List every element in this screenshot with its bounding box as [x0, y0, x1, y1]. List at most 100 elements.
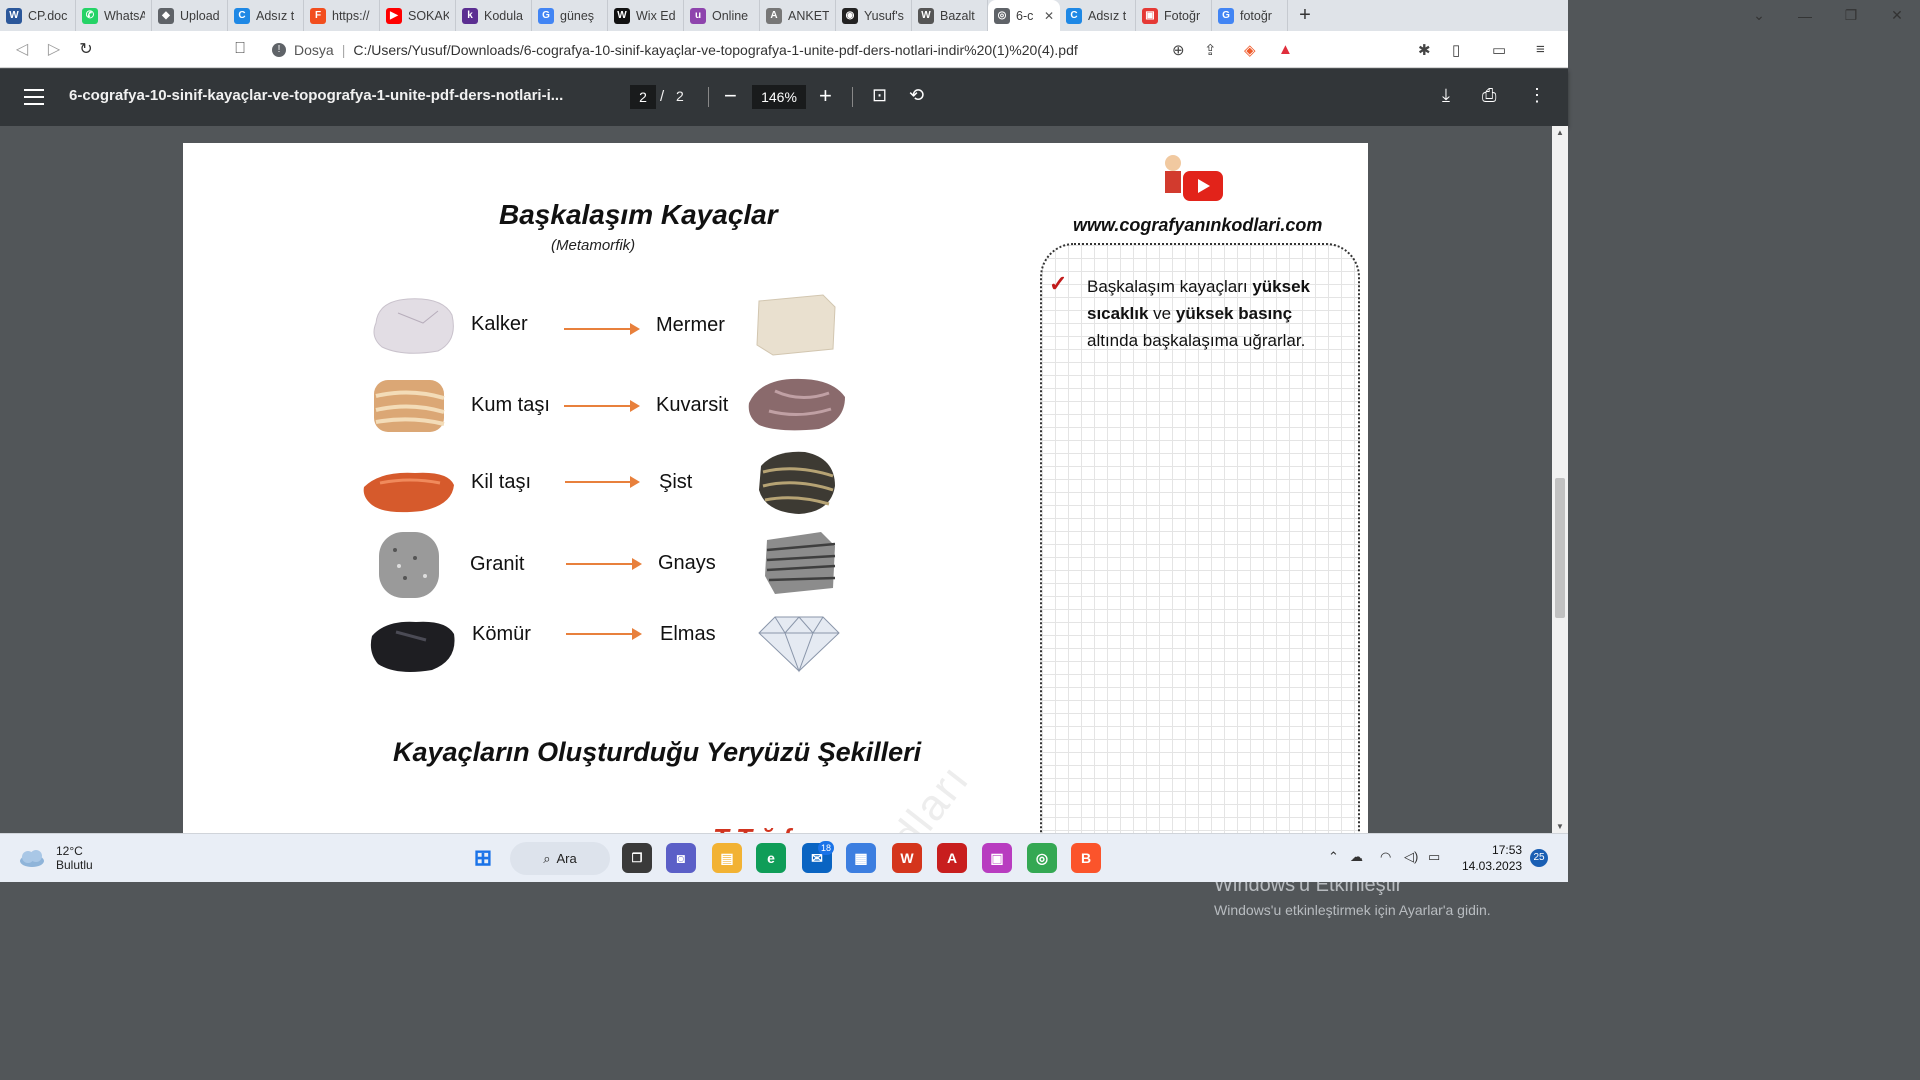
tab-search-icon[interactable]: ⌄ — [1736, 7, 1782, 24]
tab-title: 6-c — [1016, 8, 1034, 23]
browser-tab[interactable]: W Bazalt — [912, 0, 988, 31]
tab-favicon-icon: k — [462, 7, 478, 24]
browser-tab[interactable]: ▶ SOKAK — [380, 0, 456, 31]
rotate-icon[interactable]: ⟲ — [909, 85, 924, 106]
edge-icon[interactable]: e — [756, 843, 786, 873]
tab-favicon-icon: u — [690, 7, 706, 24]
tab-favicon-icon: F — [310, 7, 326, 24]
brave-icon[interactable]: B — [1071, 843, 1101, 873]
tab-favicon-icon: ◆ — [158, 7, 174, 24]
vertical-scrollbar[interactable]: ▲ ▼ — [1552, 126, 1568, 833]
tab-title: Yusuf's — [864, 8, 904, 23]
tab-title: https:// — [332, 8, 370, 23]
browser-tab[interactable]: C Adsız t — [228, 0, 304, 31]
rock-result-label: Mermer — [656, 314, 725, 336]
more-options-icon[interactable]: ⋮ — [1528, 85, 1546, 106]
rock-source-label: Kalker — [471, 313, 528, 335]
granite-image — [379, 532, 439, 598]
info-icon[interactable]: ! — [272, 42, 286, 57]
checkmark-icon: ✓ — [1049, 271, 1068, 296]
wallet-icon[interactable]: ▭ — [1492, 31, 1506, 68]
system-clock[interactable]: 17:53 14.03.2023 — [1462, 842, 1522, 874]
back-button[interactable]: ◁ — [6, 39, 38, 59]
taskbar-search[interactable]: ⌕ Ara — [510, 842, 610, 875]
rock-source-label: Kil taşı — [471, 471, 532, 493]
url-text[interactable]: C:/Users/Yusuf/Downloads/6-cografya-10-s… — [353, 42, 1077, 58]
close-window-button[interactable]: ✕ — [1874, 7, 1920, 24]
minimize-button[interactable]: — — [1782, 8, 1828, 24]
weather-widget[interactable]: 12°C Bulutlu — [18, 844, 93, 872]
photos-icon[interactable]: ▣ — [982, 843, 1012, 873]
tab-title: Adsız t — [256, 8, 295, 23]
browser-tab-strip: W CP.doc ✆ WhatsA ◆ Upload C Adsız t Fhttps:// ▶ S… — [0, 0, 1568, 31]
page-number-input[interactable]: 2 — [630, 85, 656, 109]
file-explorer-icon[interactable]: ▤ — [712, 843, 742, 873]
zoom-out-button[interactable]: − — [724, 83, 737, 109]
windows-taskbar: 12°C Bulutlu ⊞ ⌕ Ara ❐ ◙ ▤ e ✉ 18 ▦ W A ▣… — [0, 833, 1568, 882]
restore-button[interactable]: ❐ — [1828, 7, 1874, 24]
browser-tab[interactable]: ▣ Fotoğr — [1136, 0, 1212, 31]
zoom-level-input[interactable]: 146% — [752, 85, 806, 109]
temperature: 12°C — [56, 844, 83, 858]
tab-favicon-icon: W — [6, 7, 22, 24]
onedrive-icon[interactable]: ☁ — [1350, 849, 1363, 865]
page-heading: Başkalaşım Kayaçlar — [499, 199, 778, 230]
chrome-icon[interactable]: ◎ — [1027, 843, 1057, 873]
note-text: Başkalaşım kayaçları yüksek sıcaklık ve … — [1087, 277, 1311, 350]
diamond-image — [758, 616, 840, 673]
wps-office-icon[interactable]: W — [892, 843, 922, 873]
volume-icon[interactable]: ◁) — [1404, 849, 1418, 865]
scroll-down-icon[interactable]: ▼ — [1556, 822, 1564, 831]
hamburger-menu-icon[interactable] — [24, 89, 44, 105]
tab-favicon-icon: ◉ — [842, 7, 858, 24]
browser-tab[interactable]: C Adsız t — [1060, 0, 1136, 31]
download-icon[interactable]: ⤓ — [1442, 85, 1450, 106]
browser-tab[interactable]: Ggüneş — [532, 0, 608, 31]
browser-tab[interactable]: W Wix Ed — [608, 0, 684, 31]
browser-tab[interactable]: Gfotoğr — [1212, 0, 1288, 31]
extensions-icon[interactable]: ✱ — [1418, 31, 1431, 68]
zoom-icon[interactable]: ⊕ — [1172, 31, 1185, 68]
acrobat-icon[interactable]: A — [937, 843, 967, 873]
tray-chevron-icon[interactable]: ⌃ — [1328, 849, 1339, 865]
tab-title: CP.doc — [28, 8, 68, 23]
scrollbar-thumb[interactable] — [1555, 478, 1565, 618]
brave-rewards-icon[interactable]: ▲ — [1278, 31, 1293, 68]
share-icon[interactable]: ⇪ — [1204, 31, 1217, 68]
scroll-up-icon[interactable]: ▲ — [1556, 128, 1564, 137]
tab-close-icon[interactable]: ✕ — [1044, 9, 1054, 23]
scheme-label: Dosya — [294, 41, 334, 58]
mail-badge: 18 — [818, 841, 834, 855]
browser-tab[interactable]: Fhttps:// — [304, 0, 380, 31]
url-separator: | — [341, 41, 346, 58]
menu-icon[interactable]: ≡ — [1536, 31, 1545, 68]
fit-page-icon[interactable]: ⊡ — [872, 85, 887, 106]
store-icon[interactable]: ▦ — [846, 843, 876, 873]
notification-badge[interactable]: 25 — [1530, 849, 1548, 867]
zoom-in-button[interactable]: + — [819, 83, 832, 109]
tab-title: güneş — [560, 8, 595, 23]
browser-tab[interactable]: ◎ 6-c ✕ — [988, 0, 1060, 31]
browser-tab[interactable]: ◆ Upload — [152, 0, 228, 31]
wifi-icon[interactable]: ◠ — [1380, 849, 1391, 865]
browser-tab[interactable]: W CP.doc — [0, 0, 76, 31]
omnibox[interactable]: ! Dosya | C:/Users/Yusuf/Downloads/6-cog… — [264, 35, 1312, 64]
reload-button[interactable]: ↻ — [70, 39, 102, 59]
browser-tab[interactable]: k Kodula — [456, 0, 532, 31]
browser-tab[interactable]: u Online — [684, 0, 760, 31]
sidebar-icon[interactable]: ▯ — [1452, 31, 1460, 68]
start-icon[interactable]: ⊞ — [468, 843, 498, 873]
browser-tab[interactable]: ✆ WhatsA — [76, 0, 152, 31]
forward-button[interactable]: ▷ — [38, 39, 70, 59]
chat-icon[interactable]: ◙ — [666, 843, 696, 873]
task-view-icon[interactable]: ❐ — [622, 843, 652, 873]
tab-favicon-icon: ◎ — [994, 7, 1010, 24]
brave-shield-icon[interactable]: ◈ — [1244, 31, 1256, 68]
weather-condition: Bulutlu — [56, 858, 93, 872]
battery-icon[interactable]: ▭ — [1428, 849, 1440, 865]
browser-tab[interactable]: A ANKET — [760, 0, 836, 31]
new-tab-button[interactable]: + — [1288, 4, 1322, 27]
browser-tab[interactable]: ◉ Yusuf's — [836, 0, 912, 31]
print-icon[interactable]: ⎙ — [1482, 85, 1496, 106]
bookmark-icon[interactable]: ⎕ — [224, 40, 256, 58]
